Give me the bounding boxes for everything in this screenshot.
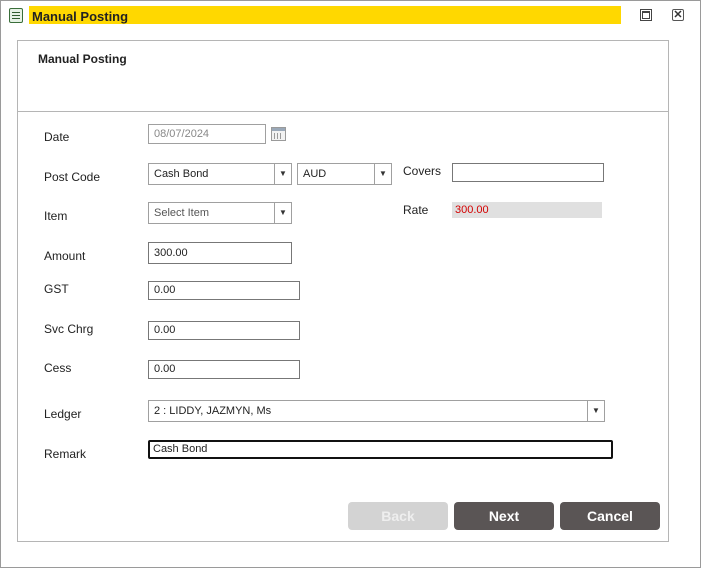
back-button[interactable]: Back — [348, 502, 448, 530]
ledger-value: 2 : LIDDY, JAZMYN, Ms — [154, 405, 272, 417]
cancel-button[interactable]: Cancel — [560, 502, 660, 530]
content-panel: Manual Posting — [17, 40, 669, 542]
item-select[interactable]: Select Item ▼ — [148, 202, 292, 224]
post-code-label: Post Code — [44, 170, 101, 184]
date-input[interactable]: 08/07/2024 — [148, 124, 266, 144]
covers-label: Covers — [403, 164, 442, 178]
amount-label: Amount — [44, 249, 86, 263]
ledger-label: Ledger — [44, 407, 82, 421]
chevron-down-icon: ▼ — [274, 164, 291, 184]
maximize-icon[interactable] — [640, 9, 652, 21]
rate-value: 300.00 — [452, 202, 602, 218]
svc-chrg-label: Svc Chrg — [44, 322, 94, 336]
chevron-down-icon: ▼ — [587, 401, 604, 421]
post-code-value: Cash Bond — [154, 168, 209, 180]
remark-label: Remark — [44, 447, 87, 461]
form-icon — [9, 8, 23, 23]
item-label: Item — [44, 209, 68, 223]
covers-input[interactable] — [452, 163, 604, 182]
svc-chrg-input[interactable]: 0.00 — [148, 321, 300, 340]
gst-label: GST — [44, 282, 69, 296]
gst-input[interactable]: 0.00 — [148, 281, 300, 300]
item-value: Select Item — [154, 207, 210, 219]
close-icon[interactable]: ✕ — [672, 9, 684, 21]
next-button[interactable]: Next — [454, 502, 554, 530]
currency-value: AUD — [303, 168, 327, 180]
manual-posting-window: Manual Posting ✕ Manual Posting Date 08/… — [0, 0, 701, 568]
cess-label: Cess — [44, 361, 72, 375]
date-label: Date — [44, 130, 70, 144]
remark-input[interactable]: Cash Bond — [148, 440, 613, 459]
rate-label: Rate — [403, 203, 429, 217]
calendar-icon[interactable] — [271, 127, 286, 141]
chevron-down-icon: ▼ — [374, 164, 391, 184]
panel-title: Manual Posting — [38, 52, 127, 66]
amount-input[interactable]: 300.00 — [148, 242, 292, 264]
post-code-select[interactable]: Cash Bond ▼ — [148, 163, 292, 185]
ledger-select[interactable]: 2 : LIDDY, JAZMYN, Ms ▼ — [148, 400, 605, 422]
window-title: Manual Posting — [32, 9, 129, 24]
title-bar: Manual Posting ✕ — [1, 1, 700, 31]
cess-input[interactable]: 0.00 — [148, 360, 300, 379]
header-divider — [18, 111, 668, 112]
chevron-down-icon: ▼ — [274, 203, 291, 223]
currency-select[interactable]: AUD ▼ — [297, 163, 392, 185]
